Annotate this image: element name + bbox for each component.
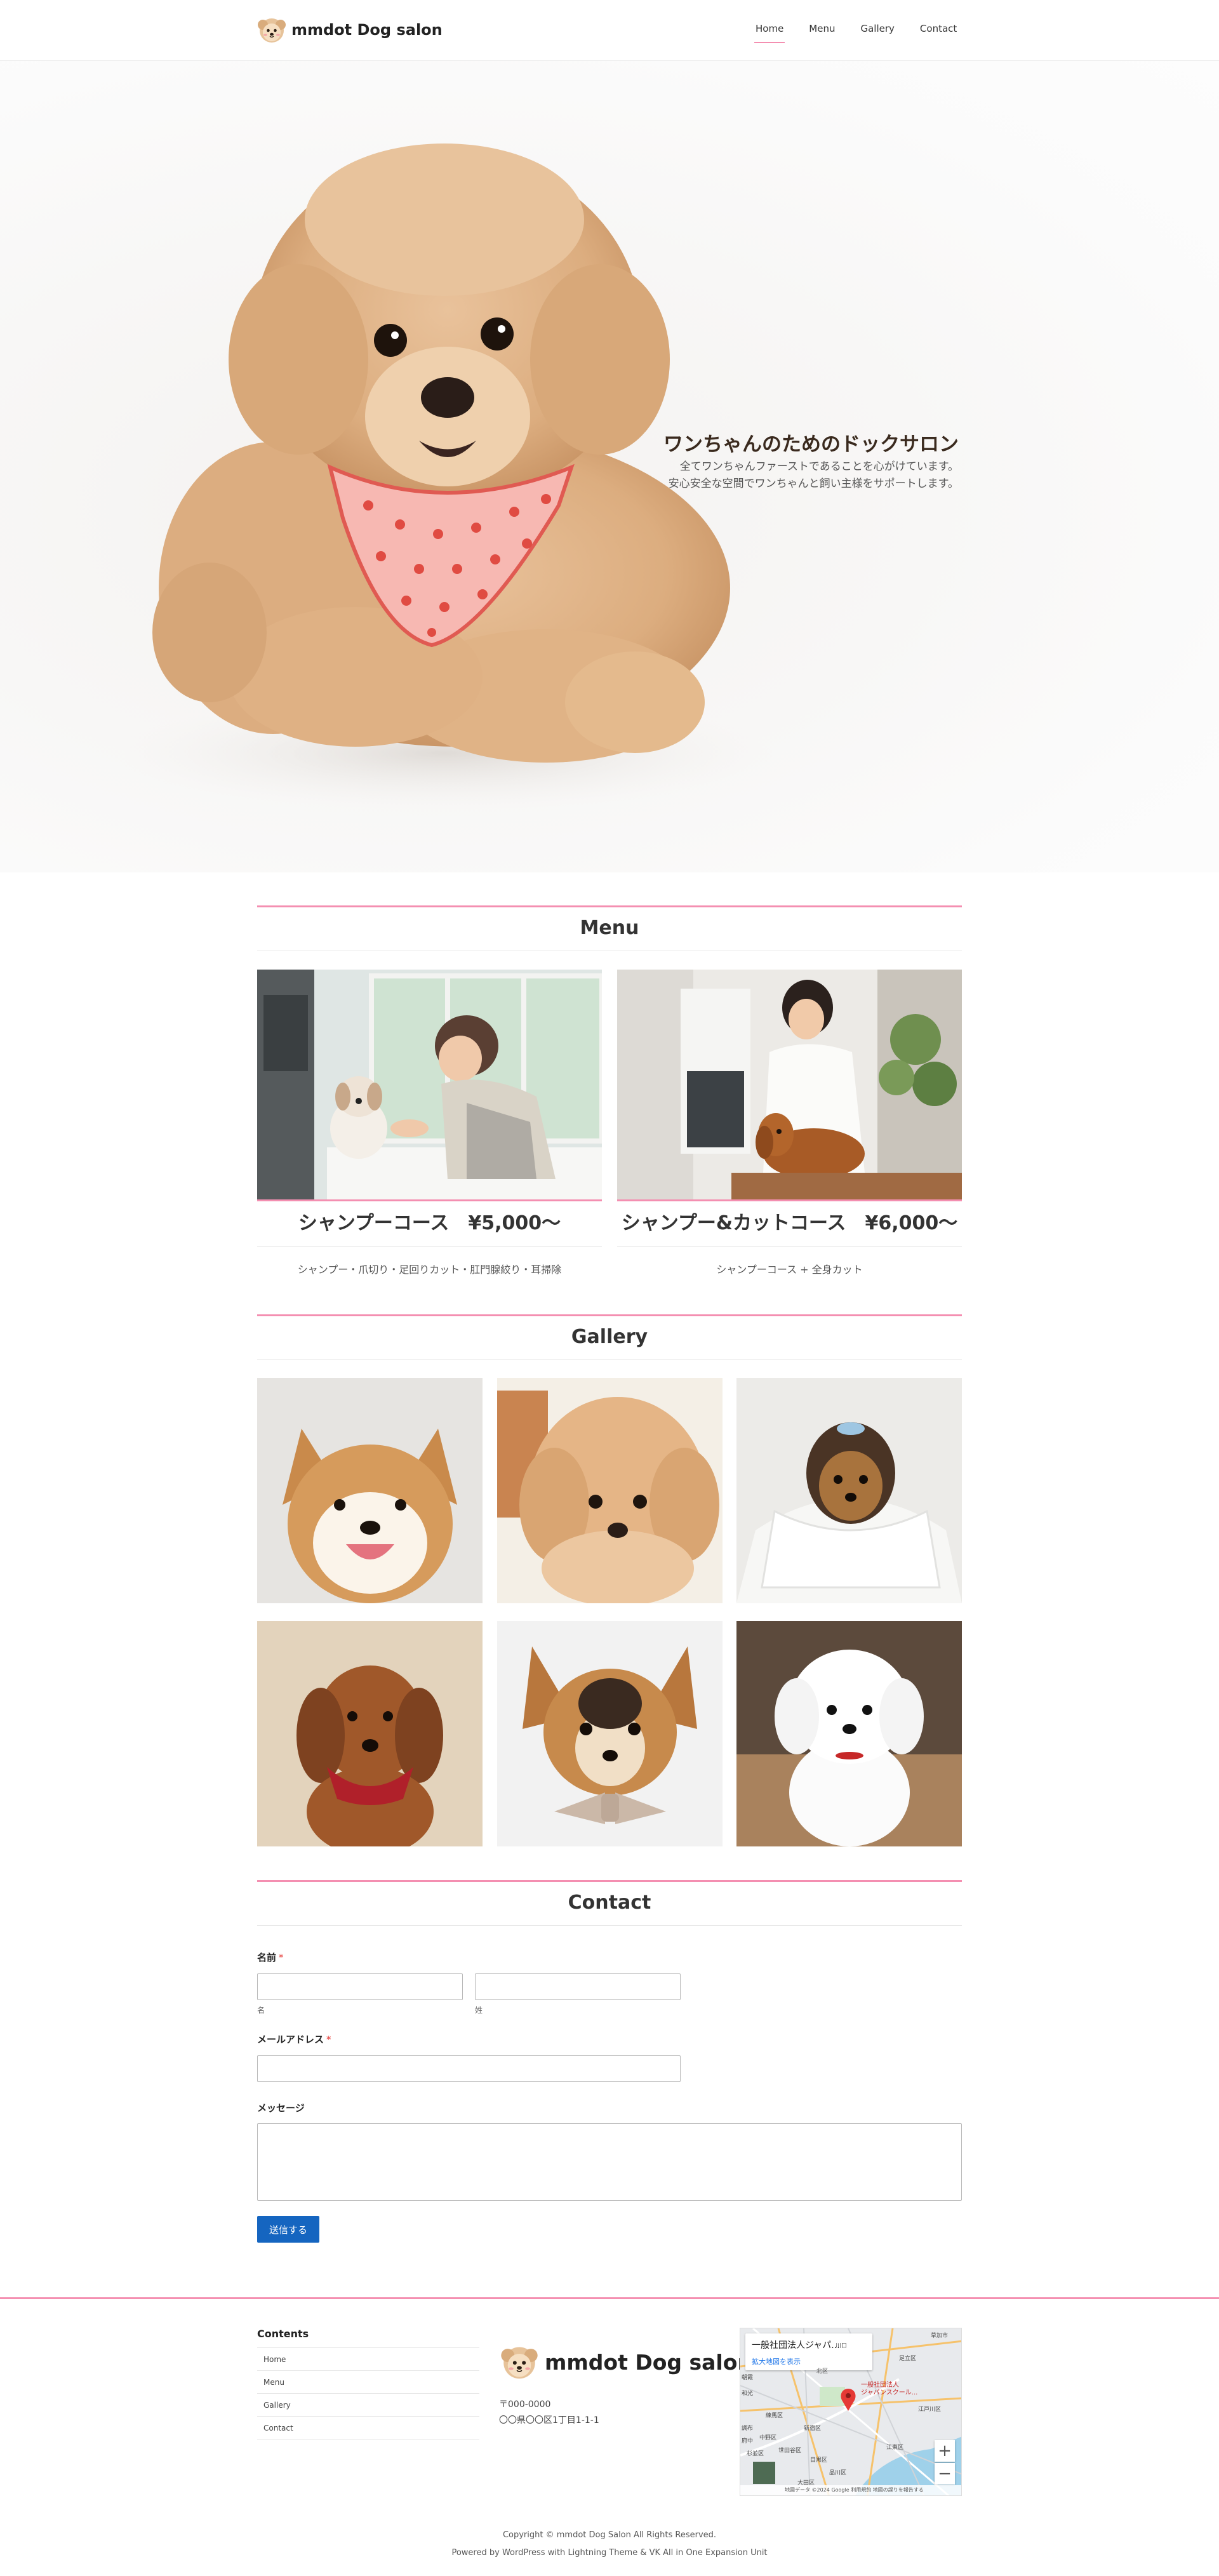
map-label: 新宿区: [804, 2426, 822, 2432]
first-name-sublabel: 名: [257, 2006, 265, 2015]
hero-description: 全てワンちゃんファーストであることを心がけています。 安心安全な空間でワンちゃん…: [635, 458, 959, 493]
message-label: メッセージ: [257, 2102, 305, 2114]
map-label: 江戸川区: [918, 2406, 942, 2413]
dachshund-photo: [257, 1621, 483, 1846]
required-mark: *: [326, 2034, 331, 2045]
map-label: 足立区: [899, 2356, 917, 2362]
footer-brand: mmdot Dog salon: [500, 2343, 752, 2381]
menu-shampoo-cut-description: シャンプーコース + 全身カット: [716, 1264, 863, 1276]
gallery-image-shiba[interactable]: [257, 1378, 483, 1603]
footer-link-home[interactable]: Home: [257, 2348, 479, 2371]
map-label: 練馬区: [766, 2413, 783, 2419]
map-zoom-out-button[interactable]: −: [935, 2463, 955, 2485]
street-address: 〇〇県〇〇区1丁目1-1-1: [499, 2415, 599, 2426]
map-label: 府中: [742, 2438, 754, 2445]
nav-item-home[interactable]: Home: [743, 18, 796, 43]
map-label: 杉並区: [747, 2451, 764, 2457]
hero-section: ワンちゃんのためのドックサロン 全てワンちゃんファーストであることを心がけていま…: [0, 61, 1219, 872]
powered-with: with: [545, 2548, 568, 2558]
nav-item-menu[interactable]: Menu: [796, 18, 848, 43]
last-name-input[interactable]: [475, 1973, 681, 2000]
map-label: 和光: [742, 2391, 754, 2397]
map-label: 草加市: [931, 2333, 949, 2339]
gallery-image-dachshund[interactable]: [257, 1621, 483, 1846]
menu-section-title: Menu: [257, 905, 962, 951]
hero-description-line-2: 安心安全な空間でワンちゃんと飼い主様をサポートします。: [668, 477, 959, 490]
copyright-text: Copyright © mmdot Dog Salon All Rights R…: [502, 2530, 717, 2540]
email-label: メールアドレス *: [257, 2032, 331, 2046]
global-nav: Home Menu Gallery Contact: [743, 18, 969, 43]
footer-contents-title: Contents: [257, 2328, 309, 2340]
map-label: 江東区: [886, 2445, 904, 2451]
map-place-labels: 草加市 川口 北区 足立区 朝霞 和光 練馬区 新宿区 中野区 杉並区 江東区 …: [740, 2328, 961, 2495]
yorkshire-terrier-photo: [736, 1378, 962, 1603]
groomer-trimming-dog-image: [257, 970, 602, 1199]
name-label-text: 名前: [257, 1952, 277, 1963]
last-name-sublabel: 姓: [475, 2006, 483, 2015]
gallery-image-chihuahua[interactable]: [497, 1621, 723, 1846]
submit-button[interactable]: 送信する: [257, 2216, 319, 2243]
postal-code: 〒000-0000: [499, 2399, 551, 2410]
lightning-theme-link[interactable]: Lightning Theme: [568, 2548, 637, 2558]
footer-nav-list: Home Menu Gallery Contact: [257, 2347, 479, 2439]
chihuahua-photo: [497, 1621, 723, 1846]
footer-site-title: mmdot Dog salon: [545, 2349, 752, 2375]
groomer-with-dachshund-image: [617, 970, 962, 1199]
contact-section-title: Contact: [257, 1880, 962, 1926]
powered-prefix: Powered by: [451, 2548, 502, 2558]
vk-expansion-unit-link[interactable]: VK All in One Expansion Unit: [649, 2548, 768, 2558]
email-input[interactable]: [257, 2055, 681, 2082]
site-header: mmdot Dog salon Home Menu Gallery Contac…: [0, 0, 1219, 61]
footer-address: 〒000-0000 〇〇県〇〇区1丁目1-1-1: [499, 2397, 599, 2429]
map-label: 朝霞: [742, 2375, 754, 2381]
nav-item-gallery[interactable]: Gallery: [848, 18, 907, 43]
required-mark: *: [279, 1952, 284, 1963]
message-textarea[interactable]: [257, 2123, 962, 2201]
menu-card-shampoo-cut: シャンプー&カットコース ¥6,000〜 シャンプーコース + 全身カット: [617, 970, 962, 1276]
menu-shampoo-title: シャンプーコース ¥5,000〜: [257, 1201, 602, 1247]
maltese-photo: [736, 1621, 962, 1846]
gallery-section-title: Gallery: [257, 1314, 962, 1360]
dog-logo-icon: [258, 18, 286, 43]
menu-card-shampoo: シャンプーコース ¥5,000〜 シャンプー・爪切り・足回りカット・肛門腺絞り・…: [257, 970, 602, 1276]
map-attribution: 地図データ ©2024 Google 利用規約 地図の誤りを報告する: [740, 2485, 961, 2495]
gallery-image-toy-poodle[interactable]: [497, 1378, 723, 1603]
gallery-image-yorkie[interactable]: [736, 1378, 962, 1603]
first-name-input[interactable]: [257, 1973, 463, 2000]
map-label: 北区: [816, 2368, 829, 2375]
map-label: 中野区: [759, 2435, 777, 2441]
powered-amp: &: [637, 2548, 649, 2558]
site-logo-link[interactable]: mmdot Dog salon: [257, 15, 443, 44]
shiba-dog-photo: [257, 1378, 483, 1603]
hero-description-line-1: 全てワンちゃんファーストであることを心がけています。: [679, 460, 959, 473]
footer-link-menu[interactable]: Menu: [257, 2371, 479, 2394]
wordpress-link[interactable]: WordPress: [502, 2548, 545, 2558]
footer-link-contact[interactable]: Contact: [257, 2417, 479, 2439]
map-label: 川口: [836, 2343, 848, 2349]
map-label: 調布: [742, 2426, 754, 2432]
map-zoom-in-button[interactable]: +: [935, 2440, 955, 2462]
map-label: 世田谷区: [778, 2448, 802, 2454]
site-title: mmdot Dog salon: [291, 21, 443, 39]
name-label: 名前 *: [257, 1951, 284, 1964]
email-label-text: メールアドレス: [257, 2034, 324, 2045]
menu-shampoo-description: シャンプー・爪切り・足回りカット・肛門腺絞り・耳掃除: [297, 1264, 562, 1276]
map-label: 目黒区: [810, 2457, 828, 2464]
nav-item-contact[interactable]: Contact: [907, 18, 969, 43]
dog-logo-icon: [501, 2347, 538, 2379]
footer-link-gallery[interactable]: Gallery: [257, 2394, 479, 2417]
embedded-map[interactable]: 一般社団法人ジャパ... 拡大地図を表示 一般社団法人 ジャパンスクール... …: [740, 2328, 962, 2496]
hero-toy-poodle-image: [114, 143, 775, 810]
menu-shampoo-cut-photo: [617, 970, 962, 1201]
menu-shampoo-cut-title: シャンプー&カットコース ¥6,000〜: [617, 1201, 962, 1247]
hero-title: ワンちゃんのためのドックサロン: [663, 433, 959, 456]
menu-shampoo-photo: [257, 970, 602, 1201]
powered-by-text: Powered by WordPress with Lightning Them…: [0, 2548, 1219, 2558]
toy-poodle-photo: [497, 1378, 723, 1603]
gallery-image-maltese[interactable]: [736, 1621, 962, 1846]
map-label: 品川区: [829, 2470, 847, 2476]
